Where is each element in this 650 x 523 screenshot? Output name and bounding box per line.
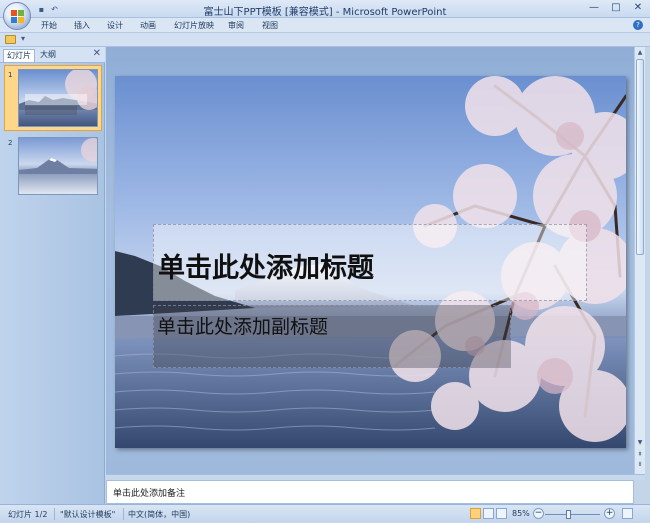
- customize-dropdown-icon[interactable]: ▾: [21, 34, 25, 43]
- normal-view-icon[interactable]: [470, 508, 481, 519]
- tab-slides[interactable]: 幻灯片: [3, 49, 35, 62]
- slide-thumbnail-1[interactable]: [18, 69, 98, 127]
- office-logo-icon: [11, 10, 24, 23]
- notes-pane[interactable]: 单击此处添加备注: [106, 480, 634, 504]
- slide-subtitle-placeholder[interactable]: 单击此处添加副标题: [157, 312, 328, 339]
- slide-title-placeholder[interactable]: 单击此处添加标题: [158, 246, 374, 285]
- quick-access-row: ▾: [0, 33, 650, 47]
- tab-outline[interactable]: 大纲: [37, 49, 59, 62]
- slides-pane: 幻灯片 大纲 ✕ 1 2: [0, 47, 105, 504]
- maximize-button[interactable]: □: [610, 2, 622, 14]
- help-icon[interactable]: ?: [633, 20, 643, 30]
- scrollbar-thumb[interactable]: [636, 59, 644, 255]
- tab-animations[interactable]: 动画: [140, 20, 156, 31]
- tab-home[interactable]: 开始: [41, 20, 57, 31]
- slide-sorter-view-icon[interactable]: [483, 508, 494, 519]
- previous-slide-icon[interactable]: ⇞: [636, 451, 644, 459]
- window-title: 富士山下PPT模板 [兼容模式] - Microsoft PowerPoint: [203, 7, 447, 18]
- office-button[interactable]: [3, 2, 31, 30]
- next-slide-icon[interactable]: ⇟: [636, 461, 644, 469]
- fit-to-window-icon[interactable]: [622, 508, 633, 519]
- scroll-up-icon[interactable]: ▲: [636, 49, 644, 57]
- title-bar: ▪ ↶ 富士山下PPT模板 [兼容模式] - Microsoft PowerPo…: [0, 0, 650, 18]
- language-indicator[interactable]: 中文(简体，中国): [128, 509, 190, 520]
- slideshow-view-icon[interactable]: [496, 508, 507, 519]
- scroll-down-icon[interactable]: ▼: [636, 439, 644, 447]
- notes-placeholder[interactable]: 单击此处添加备注: [113, 486, 185, 499]
- tab-insert[interactable]: 插入: [74, 20, 90, 31]
- window-controls: — □ ✕: [588, 2, 644, 14]
- vertical-scrollbar[interactable]: ▲ ▼ ⇞ ⇟: [634, 47, 645, 474]
- theme-name: "默认设计模板": [60, 510, 116, 519]
- minimize-button[interactable]: —: [588, 2, 600, 14]
- tab-view[interactable]: 视图: [262, 20, 278, 31]
- zoom-out-icon[interactable]: −: [533, 508, 544, 519]
- zoom-slider-track[interactable]: [545, 514, 600, 515]
- status-divider: [123, 508, 124, 520]
- ribbon-tabs: 开始 插入 设计 动画 幻灯片放映 审阅 视图 ?: [0, 18, 650, 33]
- slide-number: 1: [8, 71, 13, 79]
- status-bar: 幻灯片 1/2 "默认设计模板" 中文(简体，中国) 85% − +: [0, 504, 650, 523]
- zoom-slider-knob[interactable]: [566, 510, 571, 519]
- open-folder-icon[interactable]: [5, 35, 16, 44]
- tab-design[interactable]: 设计: [107, 20, 123, 31]
- slide-counter: 幻灯片 1/2: [8, 510, 48, 519]
- slide-thumbnail-image: [19, 70, 97, 126]
- slide-number: 2: [8, 139, 13, 147]
- pane-tabs: 幻灯片 大纲 ✕: [0, 47, 105, 63]
- zoom-level[interactable]: 85%: [512, 509, 530, 518]
- close-button[interactable]: ✕: [632, 2, 644, 14]
- zoom-in-icon[interactable]: +: [604, 508, 615, 519]
- slide-thumbnail-image: [19, 138, 97, 194]
- slide-thumbnail-2[interactable]: [18, 137, 98, 195]
- current-slide[interactable]: 单击此处添加标题 单击此处添加副标题: [115, 76, 626, 448]
- tab-review[interactable]: 审阅: [228, 20, 244, 31]
- status-divider: [54, 508, 55, 520]
- tab-slideshow[interactable]: 幻灯片放映: [174, 20, 214, 31]
- pane-close-icon[interactable]: ✕: [93, 48, 101, 59]
